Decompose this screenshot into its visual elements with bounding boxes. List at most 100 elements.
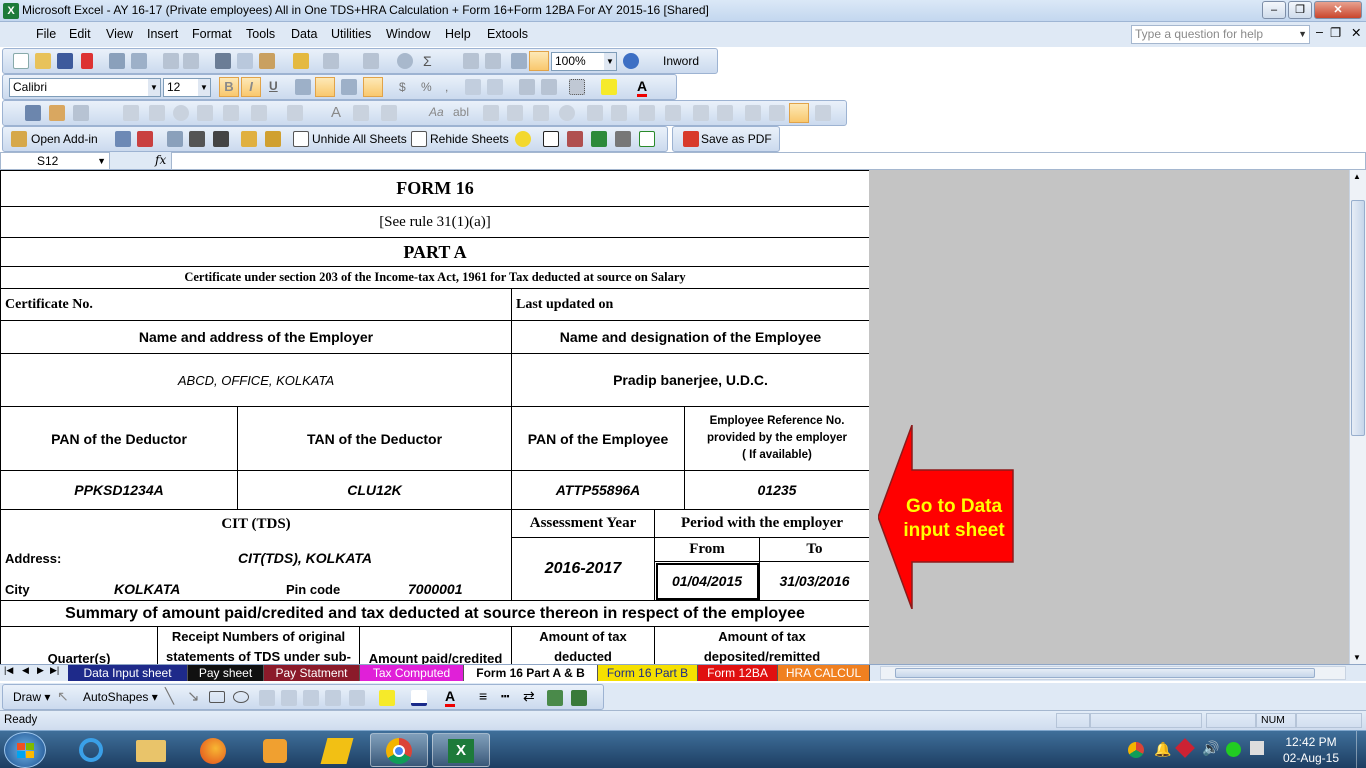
align-left-icon[interactable] (295, 79, 311, 95)
percent-icon[interactable]: % (421, 80, 432, 94)
drawing-toggle-icon[interactable] (529, 51, 549, 71)
to-label[interactable]: To (760, 538, 869, 562)
close-button[interactable]: ✕ (1314, 1, 1362, 19)
print-icon[interactable] (109, 53, 125, 69)
go-to-data-input-arrow[interactable]: Go to Data input sheet (878, 425, 1014, 609)
last-sheet-icon[interactable]: ▶| (50, 665, 59, 676)
to-date-value[interactable]: 31/03/2016 (760, 562, 869, 601)
bold-button[interactable]: B (219, 77, 239, 97)
menu-data[interactable]: Data (291, 27, 317, 41)
doc-minimize-button[interactable]: – (1316, 25, 1323, 39)
sort-descending-icon[interactable] (485, 53, 501, 69)
fill-color-icon[interactable] (601, 79, 617, 95)
increase-decimal-icon[interactable] (465, 79, 481, 95)
vertical-scrollbar[interactable]: ▲ ▼ (1349, 170, 1366, 664)
form-title[interactable]: FORM 16 (1, 170, 869, 207)
prev-sheet-icon[interactable]: ◀ (22, 665, 29, 676)
file-explorer-taskbar-icon[interactable] (122, 733, 180, 767)
more-controls-icon[interactable] (381, 105, 397, 121)
menu-extools[interactable]: Extools (487, 27, 528, 41)
spelling-icon[interactable] (163, 53, 179, 69)
chrome-taskbar-icon[interactable] (370, 733, 428, 767)
diagram-tool-icon[interactable] (303, 690, 319, 706)
label-icon[interactable]: Aa (429, 105, 444, 119)
menu-view[interactable]: View (106, 27, 133, 41)
line-style-icon[interactable]: ≡ (479, 688, 487, 704)
pincode-value[interactable]: 7000001 (368, 578, 512, 601)
tan-deductor-label[interactable]: TAN of the Deductor (238, 407, 512, 471)
form-listbox-icon[interactable] (587, 105, 603, 121)
city-label[interactable]: City (1, 578, 101, 601)
employee-value[interactable]: Pradip banerjee, U.D.C. (512, 354, 869, 407)
excel-taskbar-icon[interactable]: X (432, 733, 490, 767)
pan-deductor-value[interactable]: PPKSD1234A (1, 471, 238, 510)
tray-action-center-icon[interactable] (1250, 741, 1264, 755)
horizontal-scrollbar[interactable] (880, 666, 1346, 680)
addin-tool-6-icon[interactable] (567, 131, 583, 147)
hyperlink-icon[interactable] (397, 53, 413, 69)
print-preview-icon[interactable] (131, 53, 147, 69)
col-receipt-header[interactable]: Receipt Numbers of original statements o… (158, 627, 360, 664)
rehide-sheets-button[interactable]: Rehide Sheets (430, 132, 509, 146)
select-objects-icon[interactable]: ↖ (57, 688, 69, 705)
align-center-icon[interactable] (315, 77, 335, 97)
employee-reference-value[interactable]: 01235 (685, 471, 869, 510)
comma-style-icon[interactable]: , (445, 80, 448, 94)
media-player-taskbar-icon[interactable] (246, 733, 304, 767)
format-painter-icon[interactable] (293, 53, 309, 69)
first-sheet-icon[interactable]: |◀ (4, 665, 13, 676)
certificate-no-label[interactable]: Certificate No. (1, 289, 512, 321)
employer-heading[interactable]: Name and address of the Employer (1, 321, 512, 354)
form-part[interactable]: PART A (1, 238, 869, 267)
summary-heading[interactable]: Summary of amount paid/credited and tax … (1, 601, 869, 627)
combo-dropdown-icon[interactable] (665, 105, 681, 121)
firefox-taskbar-icon[interactable] (184, 733, 242, 767)
tray-notification-icon[interactable]: 🔔 (1154, 741, 1171, 758)
menu-window[interactable]: Window (386, 27, 430, 41)
excel-icon[interactable]: X (3, 3, 19, 19)
italic-button[interactable]: I (241, 77, 261, 97)
city-value[interactable]: KOLKATA (101, 578, 238, 601)
address-value[interactable]: CIT(TDS), KOLKATA (238, 538, 512, 578)
line-tool-icon[interactable]: ╲ (165, 687, 174, 705)
tab-pay-sheet[interactable]: Pay sheet (188, 665, 264, 681)
tan-deductor-value[interactable]: CLU12K (238, 471, 512, 510)
tab-hra-calcul[interactable]: HRA CALCUL (778, 665, 870, 681)
certificate-heading[interactable]: Certificate under section 203 of the Inc… (1, 267, 869, 289)
scroll-bar-icon[interactable] (693, 105, 709, 121)
employee-reference-label[interactable]: Employee Reference No. provided by the e… (685, 407, 869, 471)
pincode-label[interactable]: Pin code (238, 578, 368, 601)
form-option-icon[interactable] (559, 105, 575, 121)
tab-form16-part-b[interactable]: Form 16 Part B (598, 665, 698, 681)
decrease-indent-icon[interactable] (519, 79, 535, 95)
cit-tds-label[interactable]: CIT (TDS) (1, 510, 512, 538)
arrow-tool-icon[interactable]: ↘ (187, 687, 200, 705)
name-box[interactable]: S12 ▼ (0, 152, 110, 170)
from-date-value[interactable]: 01/04/2015 (655, 562, 760, 601)
employee-heading[interactable]: Name and designation of the Employee (512, 321, 869, 354)
addin-tool-7-icon[interactable] (591, 131, 607, 147)
edit-box-icon[interactable]: abl (453, 105, 469, 119)
scroll-up-icon[interactable]: ▲ (1353, 172, 1361, 181)
underline-button[interactable]: U (269, 79, 278, 93)
employer-value[interactable]: ABCD, OFFICE, KOLKATA (1, 354, 512, 407)
clipart-tool-icon[interactable] (325, 690, 341, 706)
list-box-icon[interactable] (197, 105, 213, 121)
tab-data-input-sheet[interactable]: Data Input sheet (68, 665, 188, 681)
addin-tool-3-icon[interactable] (167, 131, 183, 147)
menu-file[interactable]: File (36, 27, 56, 41)
image-control-icon[interactable] (353, 105, 369, 121)
unlock-icon[interactable] (241, 131, 257, 147)
pan-deductor-label[interactable]: PAN of the Deductor (1, 407, 238, 471)
help-search-input[interactable]: Type a question for help ▼ (1131, 25, 1310, 44)
open-addin-button[interactable]: Open Add-in (31, 132, 98, 146)
grid-icon[interactable] (543, 131, 559, 147)
doc-close-button[interactable]: ✕ (1351, 25, 1361, 40)
horizontal-scroll-thumb[interactable] (895, 668, 1315, 678)
rectangle-tool-icon[interactable] (209, 691, 225, 703)
open-folder-icon[interactable] (35, 53, 51, 69)
dash-style-icon[interactable]: ┅ (501, 688, 509, 705)
view-code-icon[interactable] (73, 105, 89, 121)
oval-tool-icon[interactable] (233, 691, 249, 703)
option-button-icon[interactable] (173, 105, 189, 121)
